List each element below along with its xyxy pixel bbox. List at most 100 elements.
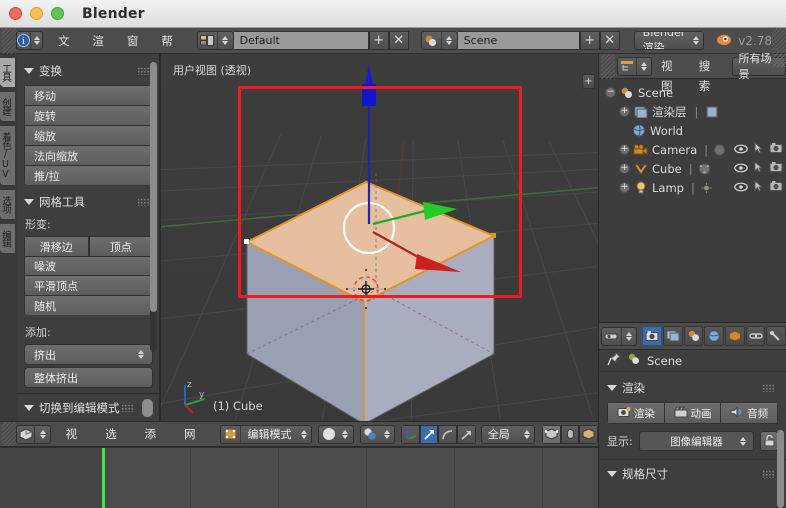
panel-header-mesh-tools[interactable]: 网格工具: [24, 194, 153, 210]
render-display-arrows[interactable]: [738, 436, 747, 446]
manipulator-scale-icon[interactable]: [438, 424, 458, 444]
editor-type-selector-3dview[interactable]: [16, 424, 51, 444]
3d-viewport[interactable]: 用户视图 (透视) + y z (1) Cube: [161, 54, 598, 421]
vertex-select-icon[interactable]: [542, 424, 561, 444]
tool-tab-edit[interactable]: 编辑: [0, 224, 15, 253]
outliner-row-scene[interactable]: − Scene: [599, 83, 786, 102]
transform-orientation-selector[interactable]: 全局: [480, 424, 536, 444]
tool-rotate[interactable]: 旋转: [24, 105, 153, 126]
edge-select-icon[interactable]: [560, 424, 580, 444]
editor-type-arrows[interactable]: [34, 36, 40, 45]
properties-tab-renderlayers[interactable]: [663, 326, 683, 346]
properties-tab-scene[interactable]: [683, 326, 704, 346]
outliner-row-renderlayer[interactable]: + 渲染层 |: [599, 102, 786, 121]
screen-layout-arrows[interactable]: [221, 36, 230, 45]
pivot-arrows[interactable]: [383, 429, 392, 439]
area-corner-grip[interactable]: [773, 54, 786, 67]
viewport-expand-button[interactable]: +: [582, 74, 595, 89]
manipulator-extra-icon[interactable]: [457, 424, 476, 444]
interaction-mode-selector[interactable]: 编辑模式: [220, 424, 312, 444]
face-select-icon[interactable]: [579, 424, 598, 444]
expander-icon[interactable]: +: [619, 163, 630, 174]
tool-shelf-scrollbar[interactable]: [150, 62, 157, 352]
tool-translate[interactable]: 移动: [24, 85, 153, 106]
tool-tab-tools[interactable]: 工具: [0, 58, 15, 87]
manipulator-translate-icon[interactable]: [401, 424, 420, 444]
tool-randomize[interactable]: 随机: [24, 295, 153, 315]
render-icon[interactable]: [769, 142, 783, 157]
tool-tab-create[interactable]: 创建: [0, 92, 15, 121]
tool-extrude-dropdown[interactable]: 挤出: [24, 344, 153, 365]
expander-icon[interactable]: +: [619, 106, 630, 117]
expander-icon[interactable]: −: [605, 87, 616, 98]
tool-edge-slide[interactable]: 滑移边: [24, 236, 89, 257]
properties-tab-object[interactable]: [725, 326, 745, 346]
editor-type-selector-properties[interactable]: [601, 326, 638, 346]
scene-icon-box[interactable]: [420, 31, 458, 50]
viewport-shading-selector[interactable]: [318, 424, 354, 444]
menu-window[interactable]: 窗口: [118, 31, 152, 68]
outliner-menu-search[interactable]: 搜索: [692, 56, 728, 93]
outliner-menu-view[interactable]: 视图: [654, 56, 690, 93]
panel-toggle-edit-mode[interactable]: 切换到编辑模式: [17, 393, 159, 421]
tool-tab-shading-uv[interactable]: 着色/UV: [0, 126, 15, 185]
render-icon[interactable]: [769, 180, 783, 195]
tool-noise[interactable]: 噪波: [24, 255, 153, 276]
properties-tab-modifiers[interactable]: [766, 326, 786, 346]
menu-help[interactable]: 帮助: [152, 31, 186, 68]
tool-shrink-fatten[interactable]: 法向缩放: [24, 145, 153, 166]
cursor-icon[interactable]: [754, 160, 764, 176]
manipulator-rotate-icon[interactable]: [419, 424, 439, 444]
interaction-mode-arrows[interactable]: [299, 429, 308, 439]
add-scene-button[interactable]: +: [579, 31, 600, 50]
eye-icon[interactable]: [734, 143, 748, 157]
properties-tab-world[interactable]: [704, 326, 725, 346]
maximize-button[interactable]: [51, 7, 64, 20]
render-display-dropdown[interactable]: 图像编辑器: [638, 431, 754, 451]
outliner-display-mode-selector[interactable]: [617, 56, 653, 76]
outliner-row-world[interactable]: World: [599, 121, 786, 140]
minimize-button[interactable]: [30, 7, 43, 20]
outliner-row-camera[interactable]: + Camera |: [599, 140, 786, 159]
panel-header-transform[interactable]: 变换: [24, 63, 153, 79]
render-engine-arrows[interactable]: [691, 36, 700, 45]
panel-header-dimensions[interactable]: 规格尺寸: [607, 466, 778, 482]
close-button[interactable]: [9, 7, 22, 20]
tool-smooth-vertex[interactable]: 平滑顶点: [24, 275, 153, 296]
render-audio-button[interactable]: 音频: [721, 402, 778, 424]
menu-select[interactable]: 选择: [96, 424, 135, 444]
tool-tab-options[interactable]: 选项: [0, 190, 15, 219]
delete-scene-button[interactable]: ✕: [599, 31, 620, 50]
outliner-row-cube[interactable]: + Cube |: [599, 159, 786, 178]
scene-arrows[interactable]: [445, 36, 454, 45]
pin-icon[interactable]: [607, 352, 621, 369]
menu-file[interactable]: 文件: [49, 31, 83, 68]
scene-name-field[interactable]: Scene: [457, 31, 580, 50]
tool-vertex-slide[interactable]: 顶点: [88, 236, 153, 257]
render-engine-selector[interactable]: Blender 渲染: [633, 31, 705, 50]
screen-layout-field[interactable]: Default: [233, 31, 369, 50]
tool-extrude-region[interactable]: 整体挤出: [24, 367, 153, 388]
lock-icon[interactable]: [760, 431, 778, 451]
outliner-row-lamp[interactable]: + Lamp |: [599, 178, 786, 197]
shading-arrows[interactable]: [341, 429, 350, 439]
screen-layout-icon-box[interactable]: [196, 31, 234, 50]
properties-scrollbar[interactable]: [777, 430, 784, 508]
menu-mesh[interactable]: 网格: [175, 424, 214, 444]
cursor-icon[interactable]: [754, 179, 764, 195]
render-image-button[interactable]: 渲染: [607, 402, 665, 424]
expander-icon[interactable]: +: [619, 144, 630, 155]
menu-render[interactable]: 渲染: [83, 31, 117, 68]
timeline-playhead[interactable]: [102, 448, 105, 508]
operator-scrollbar[interactable]: [142, 399, 153, 417]
editor-type-arrows[interactable]: [38, 429, 46, 439]
tool-push-pull[interactable]: 推/拉: [24, 165, 153, 185]
delete-screen-button[interactable]: ✕: [388, 31, 409, 50]
editor-type-selector[interactable]: i: [16, 31, 43, 50]
properties-tab-constraints[interactable]: [745, 326, 766, 346]
properties-type-arrows[interactable]: [625, 331, 634, 341]
expander-icon[interactable]: +: [619, 182, 630, 193]
outliner-display-arrows[interactable]: [640, 61, 648, 71]
orientation-arrows[interactable]: [522, 429, 531, 439]
render-animation-button[interactable]: 动画: [664, 402, 722, 424]
